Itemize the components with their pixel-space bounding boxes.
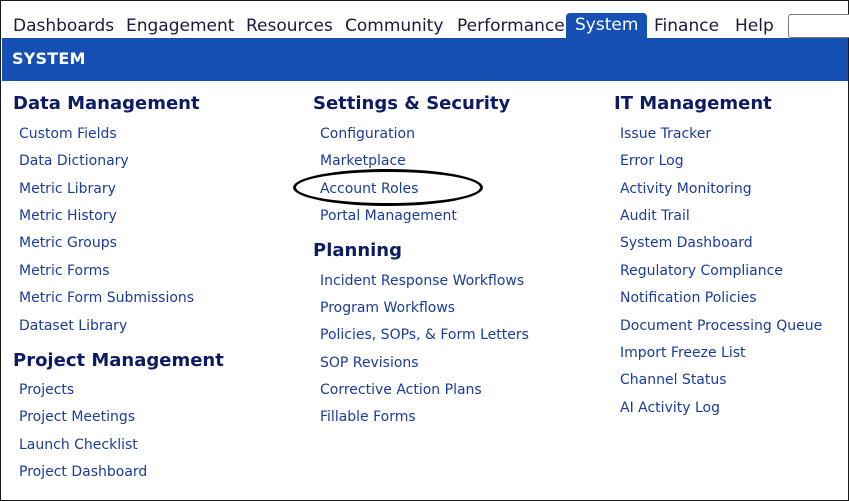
link-data-dictionary[interactable]: Data Dictionary	[19, 152, 129, 170]
link-marketplace[interactable]: Marketplace	[320, 152, 406, 170]
link-program-workflows[interactable]: Program Workflows	[320, 299, 455, 317]
tab-finance[interactable]: Finance	[654, 14, 719, 38]
link-sop-revisions[interactable]: SOP Revisions	[320, 354, 419, 372]
link-fillable-forms[interactable]: Fillable Forms	[320, 408, 416, 426]
link-project-dashboard[interactable]: Project Dashboard	[19, 463, 147, 481]
link-account-roles[interactable]: Account Roles	[320, 180, 418, 198]
tab-engagement[interactable]: Engagement	[126, 14, 234, 38]
link-metric-forms[interactable]: Metric Forms	[19, 262, 110, 280]
section-banner: SYSTEM	[2, 38, 848, 81]
link-metric-form-submissions[interactable]: Metric Form Submissions	[19, 289, 194, 307]
link-corrective-action-plans[interactable]: Corrective Action Plans	[320, 381, 482, 399]
link-activity-monitoring[interactable]: Activity Monitoring	[620, 180, 752, 198]
heading-project-management: Project Management	[13, 350, 224, 371]
link-system-dashboard[interactable]: System Dashboard	[620, 234, 753, 252]
link-launch-checklist[interactable]: Launch Checklist	[19, 436, 138, 454]
link-document-processing-queue[interactable]: Document Processing Queue	[620, 317, 822, 335]
link-ai-activity-log[interactable]: AI Activity Log	[620, 399, 720, 417]
heading-data-management: Data Management	[13, 93, 200, 114]
link-channel-status[interactable]: Channel Status	[620, 371, 727, 389]
tab-system[interactable]: System	[566, 13, 648, 38]
heading-settings-security: Settings & Security	[313, 93, 511, 114]
link-audit-trail[interactable]: Audit Trail	[620, 207, 690, 225]
tab-dashboards[interactable]: Dashboards	[13, 14, 114, 38]
search-input[interactable]	[788, 14, 849, 38]
link-incident-response-workflows[interactable]: Incident Response Workflows	[320, 272, 524, 290]
link-issue-tracker[interactable]: Issue Tracker	[620, 125, 711, 143]
heading-it-management: IT Management	[614, 93, 772, 114]
tab-help[interactable]: Help	[735, 14, 774, 38]
link-import-freeze-list[interactable]: Import Freeze List	[620, 344, 746, 362]
top-navigation-bar: Dashboards Engagement Resources Communit…	[1, 1, 849, 38]
banner-title: SYSTEM	[12, 49, 86, 68]
link-policies-sops-form-letters[interactable]: Policies, SOPs, & Form Letters	[320, 326, 529, 344]
link-portal-management[interactable]: Portal Management	[320, 207, 457, 225]
link-custom-fields[interactable]: Custom Fields	[19, 125, 117, 143]
link-project-meetings[interactable]: Project Meetings	[19, 408, 135, 426]
link-metric-library[interactable]: Metric Library	[19, 180, 116, 198]
tab-resources[interactable]: Resources	[246, 14, 333, 38]
link-error-log[interactable]: Error Log	[620, 152, 684, 170]
link-projects[interactable]: Projects	[19, 381, 74, 399]
heading-planning: Planning	[313, 240, 403, 261]
tab-community[interactable]: Community	[345, 14, 443, 38]
link-metric-groups[interactable]: Metric Groups	[19, 234, 117, 252]
system-menu-window: Dashboards Engagement Resources Communit…	[0, 0, 849, 501]
link-notification-policies[interactable]: Notification Policies	[620, 289, 757, 307]
link-configuration[interactable]: Configuration	[320, 125, 415, 143]
tab-performance[interactable]: Performance	[457, 14, 565, 38]
link-dataset-library[interactable]: Dataset Library	[19, 317, 127, 335]
link-regulatory-compliance[interactable]: Regulatory Compliance	[620, 262, 783, 280]
link-metric-history[interactable]: Metric History	[19, 207, 117, 225]
